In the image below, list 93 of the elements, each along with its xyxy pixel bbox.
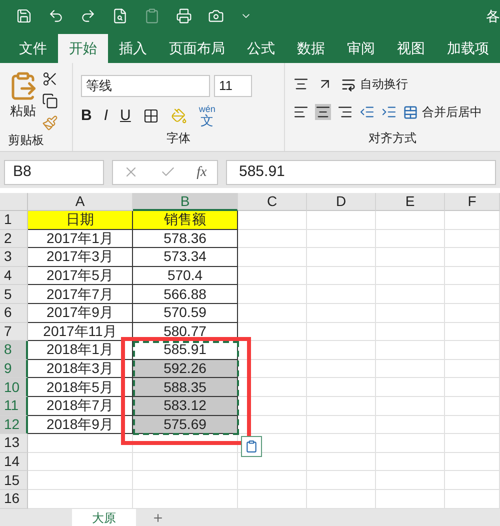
table-cell: 588.35: [133, 378, 238, 397]
table-cell: 580.77: [133, 322, 238, 342]
ribbon-tab[interactable]: 数据: [286, 34, 336, 63]
sheet-tab[interactable]: 大原: [72, 508, 136, 526]
ribbon-tab[interactable]: 页面布局: [158, 34, 236, 63]
group-label: 对齐方式: [368, 130, 416, 147]
save-icon[interactable]: [16, 8, 32, 24]
row-header[interactable]: 14: [0, 452, 28, 472]
window-title: 各: [486, 6, 500, 26]
table-cell: 日期: [28, 211, 133, 230]
indent-decrease-icon[interactable]: [359, 104, 375, 120]
table-cell: 575.69: [133, 416, 238, 434]
italic-button[interactable]: I: [104, 105, 108, 128]
row-header[interactable]: 13: [0, 434, 28, 453]
row-header[interactable]: 10: [0, 378, 28, 397]
row-header[interactable]: 15: [0, 471, 28, 490]
font-size-field[interactable]: 11: [214, 75, 252, 97]
ribbon-tab[interactable]: 开始: [58, 34, 108, 63]
printer-icon[interactable]: [176, 8, 192, 24]
row-header[interactable]: 4: [0, 266, 28, 286]
table-cell: 2018年3月: [28, 360, 133, 378]
clipboard-icon: [245, 440, 258, 453]
cut-icon[interactable]: [42, 71, 58, 87]
row-header[interactable]: 8: [0, 341, 28, 360]
ribbon-tab[interactable]: 加载项: [436, 34, 500, 63]
table-cell: 2018年9月: [28, 416, 133, 434]
table-cell: 573.34: [133, 248, 238, 267]
row-header[interactable]: 11: [0, 396, 28, 416]
top-align-icon[interactable]: [293, 76, 309, 92]
ribbon-tab[interactable]: 插入: [108, 34, 158, 63]
undo-icon[interactable]: [48, 8, 64, 24]
borders-icon[interactable]: [142, 108, 159, 124]
fill-color-icon[interactable]: [170, 108, 187, 124]
row-header[interactable]: 1: [0, 211, 28, 230]
ribbon-tab[interactable]: 文件: [8, 34, 58, 63]
print-preview-icon[interactable]: [112, 8, 128, 24]
name-box[interactable]: B8: [4, 160, 104, 184]
group-label: 字体: [166, 130, 190, 147]
table-cell: 2017年7月: [28, 285, 133, 304]
row-header[interactable]: 12: [0, 416, 28, 434]
function-button[interactable]: fx: [196, 162, 207, 182]
underline-button[interactable]: U: [120, 105, 131, 128]
column-header[interactable]: C: [238, 193, 307, 211]
row-header[interactable]: 9: [0, 360, 28, 378]
ribbon-tab[interactable]: 视图: [386, 34, 436, 63]
column-header[interactable]: F: [445, 193, 500, 211]
table-cell: 570.4: [133, 266, 238, 286]
align-left-icon[interactable]: [293, 104, 309, 120]
row-header[interactable]: 7: [0, 322, 28, 342]
column-header[interactable]: D: [307, 193, 376, 211]
table-cell: 583.12: [133, 396, 238, 416]
table-cell: 592.26: [133, 360, 238, 378]
table-cell: 销售额: [133, 211, 238, 230]
ribbon-tab[interactable]: 公式: [236, 34, 286, 63]
table-cell: 570.59: [133, 304, 238, 323]
align-center-icon[interactable]: [315, 104, 331, 120]
formula-field[interactable]: 585.91: [226, 160, 496, 184]
bold-button[interactable]: B: [81, 105, 92, 128]
table-cell: 2017年9月: [28, 304, 133, 323]
ribbon-tab[interactable]: 审阅: [336, 34, 386, 63]
copy-icon[interactable]: [42, 93, 58, 109]
table-cell: 2017年5月: [28, 266, 133, 286]
row-header[interactable]: 6: [0, 304, 28, 323]
table-cell: 566.88: [133, 285, 238, 304]
table-cell: 2017年3月: [28, 248, 133, 267]
table-cell: 2017年11月: [28, 322, 133, 342]
paste-button[interactable]: 粘贴: [8, 71, 38, 131]
align-right-icon[interactable]: [337, 104, 353, 120]
camera-icon[interactable]: [208, 8, 224, 24]
merge-center-button[interactable]: 合并后居中: [403, 103, 482, 121]
merge-cells-icon: [403, 104, 418, 120]
wrap-text-icon: [341, 76, 356, 92]
table-cell: 578.36: [133, 230, 238, 248]
table-cell: 2018年1月: [28, 341, 133, 360]
paste-options-button[interactable]: [241, 436, 262, 457]
format-painter-icon[interactable]: [42, 115, 58, 131]
phonetic-button[interactable]: wén 文: [198, 105, 216, 128]
row-header[interactable]: 2: [0, 230, 28, 248]
table-cell: 2017年1月: [28, 230, 133, 248]
column-header[interactable]: A: [28, 193, 133, 211]
row-header[interactable]: 5: [0, 285, 28, 304]
row-header[interactable]: 16: [0, 490, 28, 508]
indent-increase-icon[interactable]: [381, 104, 397, 120]
column-header[interactable]: B: [133, 193, 238, 211]
group-label: 剪贴板: [8, 132, 45, 149]
add-sheet-icon[interactable]: [152, 512, 164, 524]
redo-icon[interactable]: [80, 8, 96, 24]
row-header[interactable]: 3: [0, 248, 28, 267]
column-header[interactable]: E: [376, 193, 445, 211]
wrap-text-button[interactable]: 自动换行: [341, 75, 408, 93]
font-name-field[interactable]: 等线: [81, 75, 210, 97]
table-cell: 2018年5月: [28, 378, 133, 397]
table-cell: 2018年7月: [28, 396, 133, 416]
